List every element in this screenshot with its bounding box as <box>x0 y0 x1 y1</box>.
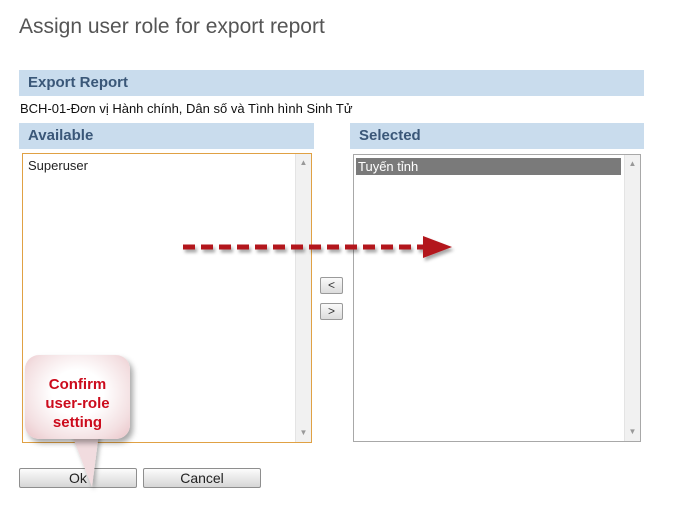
selected-listbox[interactable]: Tuyến tỉnh ▲ ▼ <box>353 154 641 442</box>
scroll-down-icon[interactable]: ▼ <box>296 426 311 440</box>
report-name: BCH-01-Đơn vị Hành chính, Dân số và Tình… <box>20 101 353 116</box>
scroll-down-icon[interactable]: ▼ <box>625 425 640 439</box>
move-right-button[interactable]: > <box>320 303 343 320</box>
selected-header: Selected <box>350 123 644 149</box>
selected-item-tuyen-tinh[interactable]: Tuyến tỉnh <box>356 158 621 175</box>
callout-line-2: user-role <box>45 395 110 412</box>
annotation-arrow-icon <box>183 236 452 258</box>
available-header: Available <box>19 123 314 149</box>
cancel-button[interactable]: Cancel <box>143 468 261 488</box>
export-report-header: Export Report <box>19 70 644 96</box>
available-scrollbar[interactable]: ▲ ▼ <box>295 154 311 442</box>
scroll-up-icon[interactable]: ▲ <box>625 157 640 171</box>
callout-line-1: Confirm <box>48 376 107 393</box>
scroll-up-icon[interactable]: ▲ <box>296 156 311 170</box>
selected-scrollbar[interactable]: ▲ ▼ <box>624 155 640 441</box>
page-title: Assign user role for export report <box>19 15 325 38</box>
callout-line-3: setting <box>52 414 103 431</box>
move-left-button[interactable]: < <box>320 277 343 294</box>
available-item-superuser[interactable]: Superuser <box>26 157 90 174</box>
callout-annotation: Confirm user-role setting <box>25 355 130 439</box>
